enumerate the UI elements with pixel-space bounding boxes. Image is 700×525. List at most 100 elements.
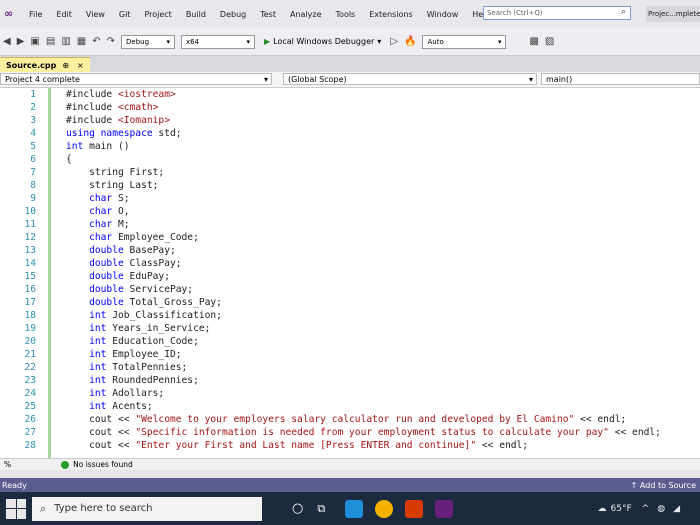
- scope-dropdown[interactable]: (Global Scope) ▾: [283, 73, 537, 85]
- scope-label: (Global Scope): [288, 74, 347, 84]
- start-without-debugging-icon[interactable]: ▷: [390, 36, 398, 47]
- temperature[interactable]: 65°F: [611, 504, 632, 514]
- code-line[interactable]: 26 cout << "Welcome to your employers sa…: [0, 413, 700, 426]
- code-line[interactable]: 20 int Education_Code;: [0, 335, 700, 348]
- code-token: EduPay;: [129, 271, 170, 282]
- forward-icon[interactable]: ▶: [17, 36, 25, 47]
- menu-test[interactable]: Test: [260, 10, 276, 19]
- line-number: 13: [24, 245, 36, 256]
- toolbar-extra-icon[interactable]: ▩: [529, 36, 538, 47]
- line-number: 15: [24, 271, 36, 282]
- line-number: 17: [24, 297, 36, 308]
- network-icon[interactable]: ◍: [657, 504, 665, 514]
- code-line[interactable]: 12 char Employee_Code;: [0, 231, 700, 244]
- code-line[interactable]: 5 int main (): [0, 140, 700, 153]
- visual-studio-icon[interactable]: [435, 499, 454, 518]
- line-number: 4: [30, 128, 36, 139]
- platform-select[interactable]: x64 ▾: [181, 34, 255, 49]
- menu-extensions[interactable]: Extensions: [369, 10, 412, 19]
- open-file-icon[interactable]: ▤: [46, 36, 55, 47]
- redo-icon[interactable]: ↷: [107, 36, 115, 47]
- code-line[interactable]: 25 int Acents;: [0, 400, 700, 413]
- run-label: Local Windows Debugger: [273, 37, 375, 46]
- zoom-level[interactable]: %: [4, 460, 11, 469]
- code-token: int: [66, 310, 113, 321]
- run-debugger-button[interactable]: ▶ Local Windows Debugger ▾: [264, 37, 381, 46]
- code-line[interactable]: 6{: [0, 153, 700, 166]
- code-token: int: [66, 141, 90, 152]
- chevron-up-icon[interactable]: ^: [642, 504, 650, 514]
- code-line[interactable]: 8 string Last;: [0, 179, 700, 192]
- code-token: char: [66, 232, 118, 243]
- hot-reload-icon[interactable]: 🔥: [404, 36, 416, 47]
- configuration-select[interactable]: Debug ▾: [121, 34, 175, 49]
- save-icon[interactable]: ▥: [61, 36, 70, 47]
- code-token: double: [66, 245, 130, 256]
- code-line[interactable]: 7 string First;: [0, 166, 700, 179]
- close-icon[interactable]: ×: [77, 61, 84, 70]
- code-line[interactable]: 21 int Employee_ID;: [0, 348, 700, 361]
- code-line[interactable]: 16 double ServicePay;: [0, 283, 700, 296]
- cortana-icon[interactable]: ○: [292, 501, 303, 516]
- menu-project[interactable]: Project: [144, 10, 171, 19]
- platform-value: x64: [186, 37, 200, 46]
- code-line[interactable]: 19 int Years_in_Service;: [0, 322, 700, 335]
- code-line[interactable]: 28 cout << "Enter your First and Last na…: [0, 439, 700, 452]
- menu-window[interactable]: Window: [427, 10, 459, 19]
- menu-edit[interactable]: Edit: [56, 10, 72, 19]
- auto-select[interactable]: Auto ▾: [422, 34, 507, 49]
- code-line[interactable]: 4 using namespace std;: [0, 127, 700, 140]
- member-dropdown[interactable]: main(): [541, 73, 700, 85]
- code-line[interactable]: 22 int TotalPennies;: [0, 361, 700, 374]
- code-line[interactable]: 14 double ClassPay;: [0, 257, 700, 270]
- code-line[interactable]: 1 #include <iostream>: [0, 88, 700, 101]
- code-line[interactable]: 18 int Job_Classification;: [0, 309, 700, 322]
- menu-analyze[interactable]: Analyze: [290, 10, 322, 19]
- code-line[interactable]: 23 int RoundedPennies;: [0, 374, 700, 387]
- code-text: int Job_Classification;: [66, 309, 222, 322]
- taskbar-search-input[interactable]: ⌕ Type here to search: [32, 496, 262, 521]
- code-line[interactable]: 2 #include <cmath>: [0, 101, 700, 114]
- visual-studio-logo-icon[interactable]: ∞: [4, 7, 22, 21]
- code-line[interactable]: 13 double BasePay;: [0, 244, 700, 257]
- save-all-icon[interactable]: ▦: [77, 36, 86, 47]
- menu-tools[interactable]: Tools: [336, 10, 356, 19]
- code-token: main (): [89, 141, 130, 152]
- code-line[interactable]: 3 #include <Iomanip>: [0, 114, 700, 127]
- editor-status-strip: % No issues found: [0, 458, 700, 470]
- tab-source-cpp[interactable]: Source.cpp ⊕ ×: [0, 57, 90, 72]
- office-icon[interactable]: [405, 499, 424, 518]
- menu-debug[interactable]: Debug: [220, 10, 246, 19]
- code-line[interactable]: 27 cout << "Specific information is need…: [0, 426, 700, 439]
- code-token: "Enter your First and Last name [Press E…: [135, 440, 477, 451]
- line-number: 3: [30, 115, 36, 126]
- code-line[interactable]: 10 char O,: [0, 205, 700, 218]
- menu-file[interactable]: File: [29, 10, 42, 19]
- code-line[interactable]: 9 char S;: [0, 192, 700, 205]
- back-icon[interactable]: ◀: [3, 36, 11, 47]
- toolbar-extra-icon[interactable]: ▨: [545, 36, 554, 47]
- windows-start-icon[interactable]: [6, 498, 26, 519]
- new-project-icon[interactable]: ▣: [30, 36, 39, 47]
- code-line[interactable]: 11 char M;: [0, 218, 700, 231]
- pin-icon[interactable]: ⊕: [62, 61, 69, 70]
- task-view-icon[interactable]: ⧉: [317, 502, 325, 516]
- chrome-icon[interactable]: [375, 499, 394, 518]
- add-to-source-control-button[interactable]: ↑ Add to Source: [631, 481, 696, 490]
- menu-build[interactable]: Build: [186, 10, 206, 19]
- project-dropdown[interactable]: Project 4 complete ▾: [0, 73, 272, 85]
- system-tray: ☁ 65°F ^ ◍ ◢: [598, 504, 680, 514]
- volume-icon[interactable]: ◢: [673, 504, 680, 514]
- menu-view[interactable]: View: [86, 10, 105, 19]
- code-line[interactable]: 15 double EduPay;: [0, 270, 700, 283]
- issues-message[interactable]: No issues found: [73, 460, 133, 469]
- code-line[interactable]: 24 int Adollars;: [0, 387, 700, 400]
- undo-icon[interactable]: ↶: [92, 36, 100, 47]
- code-editor[interactable]: 1 #include <iostream> 2 #include <cmath> 3 #i…: [0, 88, 700, 458]
- weather-icon[interactable]: ☁: [598, 504, 607, 514]
- code-line[interactable]: 17 double Total_Gross_Pay;: [0, 296, 700, 309]
- line-number: 20: [24, 336, 36, 347]
- menu-git[interactable]: Git: [119, 10, 131, 19]
- edge-icon[interactable]: [345, 499, 364, 518]
- search-input[interactable]: Search (Ctrl+Q) ⌕: [483, 6, 631, 20]
